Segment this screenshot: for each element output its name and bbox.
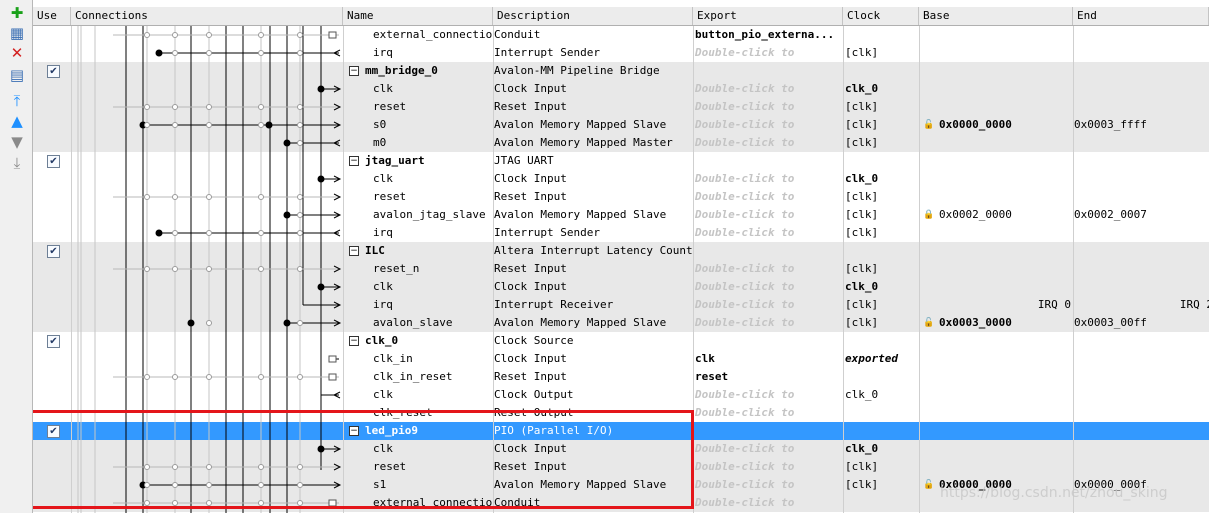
remove-icon[interactable]: ✕ [8, 44, 26, 62]
connection-dot [317, 445, 325, 453]
connection-lines[interactable] [33, 0, 1209, 513]
connection-point [206, 32, 212, 38]
connection-point [297, 32, 303, 38]
connection-point [172, 230, 178, 236]
connections-table: Use Connections Name Description Export … [33, 0, 1209, 513]
connection-point [258, 482, 264, 488]
connection-point [297, 320, 303, 326]
move-up-icon[interactable]: ▲ [8, 112, 26, 130]
connection-dot [283, 139, 291, 147]
connection-point [206, 266, 212, 272]
conduit-port-icon [328, 373, 337, 381]
connection-point [172, 194, 178, 200]
connection-dot [317, 283, 325, 291]
connection-dot [283, 319, 291, 327]
connection-point [206, 194, 212, 200]
connection-point [258, 464, 264, 470]
connection-point [297, 50, 303, 56]
connect-icon[interactable]: ▦ [8, 24, 26, 42]
move-bottom-icon[interactable]: ⤓ [8, 154, 26, 172]
side-toolbar: ✚ ▦ ✕ ▤ ⤒ ▲ ▼ ⤓ [0, 0, 33, 513]
connection-point [172, 122, 178, 128]
connection-point [206, 464, 212, 470]
connection-point [297, 122, 303, 128]
connection-point [144, 194, 150, 200]
connection-point [206, 374, 212, 380]
connection-point [206, 500, 212, 506]
connection-point [206, 320, 212, 326]
move-top-icon[interactable]: ⤒ [8, 92, 26, 110]
connection-point [258, 374, 264, 380]
connection-point [144, 32, 150, 38]
conduit-port-icon [328, 355, 337, 363]
move-down-icon[interactable]: ▼ [8, 133, 26, 151]
connection-point [258, 32, 264, 38]
connection-point [206, 122, 212, 128]
connection-point [258, 194, 264, 200]
conduit-port-icon [328, 499, 337, 507]
connection-point [144, 464, 150, 470]
connection-point [172, 50, 178, 56]
edit-icon[interactable]: ▤ [8, 66, 26, 84]
connection-point [258, 104, 264, 110]
connection-point [297, 266, 303, 272]
connection-dot [155, 49, 163, 57]
connection-point [206, 50, 212, 56]
connection-point [144, 122, 150, 128]
connection-point [206, 104, 212, 110]
connection-dot [317, 175, 325, 183]
connection-point [206, 482, 212, 488]
connection-point [144, 500, 150, 506]
connection-point [297, 140, 303, 146]
connection-point [144, 266, 150, 272]
add-component-icon[interactable]: ✚ [8, 4, 26, 22]
conduit-port-icon [328, 31, 337, 39]
connection-point [297, 464, 303, 470]
connection-point [172, 104, 178, 110]
connection-point [297, 212, 303, 218]
connection-point [258, 500, 264, 506]
connection-point [258, 266, 264, 272]
connection-point [258, 122, 264, 128]
connection-point [297, 230, 303, 236]
connection-point [144, 104, 150, 110]
connection-dot [317, 85, 325, 93]
connection-point [206, 230, 212, 236]
connection-point [297, 104, 303, 110]
connection-dot [283, 211, 291, 219]
connection-point [297, 500, 303, 506]
system-contents-window: ✚ ▦ ✕ ▤ ⤒ ▲ ▼ ⤓ Use Connections Name Des… [0, 0, 1209, 513]
connection-point [144, 374, 150, 380]
connection-point [172, 32, 178, 38]
connection-point [172, 266, 178, 272]
connection-point [144, 482, 150, 488]
connection-point [258, 50, 264, 56]
connection-point [297, 482, 303, 488]
connection-point [297, 194, 303, 200]
connection-point [297, 374, 303, 380]
connection-point [172, 500, 178, 506]
connection-point [258, 230, 264, 236]
connection-point [172, 464, 178, 470]
connection-dot [265, 121, 273, 129]
connection-point [172, 482, 178, 488]
connection-dot [187, 319, 195, 327]
connection-point [172, 374, 178, 380]
connection-dot [155, 229, 163, 237]
